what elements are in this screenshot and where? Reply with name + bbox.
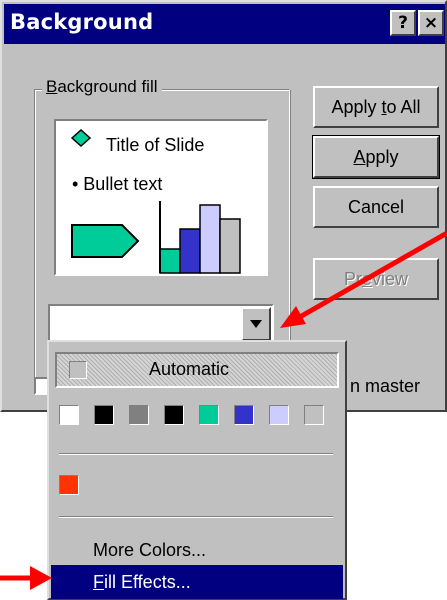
chart-bar-1 [159,248,181,274]
preview-button[interactable]: Pr e view [313,258,439,300]
color-swatch[interactable] [304,405,324,425]
more-colors-item[interactable]: More Colors... [51,533,343,567]
color-swatch[interactable] [164,405,184,425]
help-button[interactable]: ? [390,10,416,36]
color-dropdown-menu: Automatic More Colors... Fill Effects... [47,340,347,600]
annotation-arrow-icon [0,566,52,590]
chart-bar-3 [199,204,221,274]
omit-master-label: n master [350,376,421,396]
menu-separator [59,453,333,455]
color-swatch[interactable] [234,405,254,425]
color-swatch[interactable] [269,405,289,425]
arrow-shape-icon [71,224,140,258]
preview-title-text: Title of Slide [106,135,205,155]
fill-color-combo[interactable] [48,304,274,344]
menu-separator [59,516,333,518]
background-fill-label: Background fill [42,77,162,97]
automatic-label: Automatic [149,359,230,379]
color-swatch[interactable] [199,405,219,425]
scheme-color-row [59,405,329,427]
chart-bar-4 [219,218,241,274]
close-button[interactable]: × [418,10,444,36]
color-swatch[interactable] [129,405,149,425]
slide-preview: Title of Slide • Bullet text [54,119,268,276]
dialog-title: Background [10,10,154,34]
chevron-down-icon[interactable] [241,307,271,341]
apply-to-all-button[interactable]: Apply to All [313,86,439,128]
automatic-swatch [69,361,87,379]
fill-effects-item[interactable]: Fill Effects... [51,565,343,599]
recent-color-swatch[interactable] [59,475,79,495]
apply-button[interactable]: Apply [312,135,440,179]
cancel-button[interactable]: Cancel [313,186,439,228]
chart-bar-2 [179,228,201,274]
title-diamond-icon [70,128,92,148]
title-bar: Background ? × [4,4,445,44]
preview-bullet-text: • Bullet text [72,174,163,194]
color-swatch[interactable] [59,405,79,425]
color-swatch[interactable] [94,405,114,425]
automatic-color-option[interactable]: Automatic [55,352,339,388]
